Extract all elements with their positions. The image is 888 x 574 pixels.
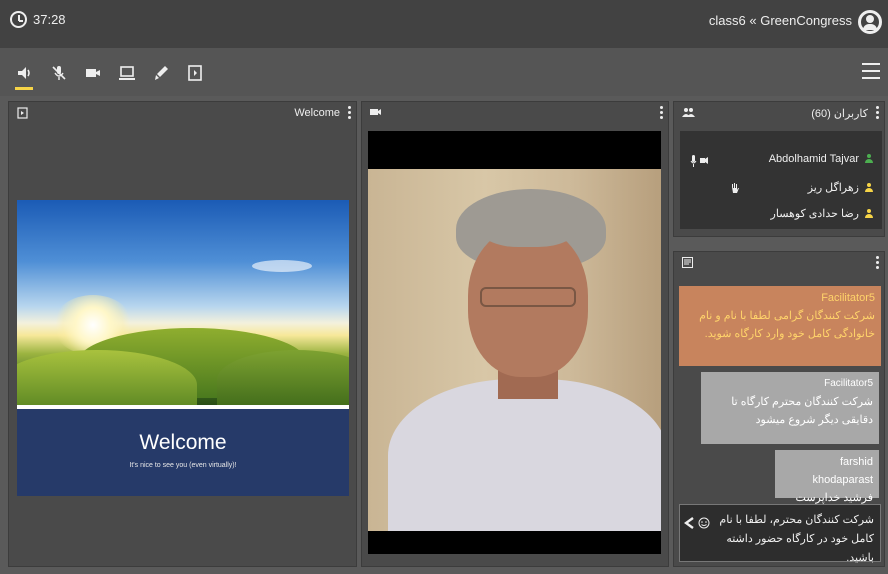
- mic-off-icon[interactable]: [48, 62, 70, 84]
- chat-message: Facilitator5 شرکت کنندگان محترم کارگاه ت…: [701, 372, 879, 444]
- presentation-icon: [17, 107, 28, 122]
- chat-input[interactable]: شرکت کنندگان محترم، لطفا با نام کامل خود…: [679, 504, 881, 564]
- chat-messages: Facilitator5 شرکت کنندگان گرامی لطفا با …: [679, 282, 881, 522]
- webcam-panel-header: [362, 102, 668, 124]
- emoji-icon[interactable]: [698, 517, 710, 529]
- users-count-label: کاربران (60): [811, 108, 868, 120]
- chat-message: Facilitator5 شرکت کنندگان گرامی لطفا با …: [679, 286, 881, 366]
- timer-text: 37:28: [33, 12, 66, 27]
- webcam-options-icon[interactable]: [660, 106, 664, 119]
- message-sender: Facilitator5: [821, 292, 875, 304]
- user-row[interactable]: زهراگل ریز: [808, 181, 874, 194]
- user-icon: [864, 154, 874, 164]
- volume-icon[interactable]: [14, 62, 36, 90]
- users-list: Abdolhamid Tajvar زهراگل ریز رضا حدادی ک…: [680, 131, 882, 229]
- mic-icon: [690, 155, 710, 170]
- webcam-video[interactable]: [368, 131, 661, 554]
- message-sender: farshid khodaparast: [812, 456, 873, 486]
- message-text: شرکت کنندگان محترم کارگاه تا دقایقی دیگر…: [731, 396, 873, 426]
- users-options-icon[interactable]: [876, 106, 880, 119]
- presentation-slide: Welcome It's nice to see you (even virtu…: [17, 200, 349, 496]
- camera-icon[interactable]: [82, 62, 104, 84]
- chat-message: farshid khodaparast فرشید خداپرست گازرون…: [775, 450, 879, 522]
- message-sender: Facilitator5: [824, 378, 873, 389]
- chat-panel-header: [674, 252, 884, 274]
- user-avatar-icon[interactable]: [858, 10, 882, 34]
- participant-video-feed: [368, 169, 661, 531]
- user-row[interactable]: Abdolhamid Tajvar: [769, 153, 874, 165]
- presentation-panel-header: Welcome: [9, 102, 356, 124]
- users-group-icon: [682, 107, 695, 120]
- chat-icon: [682, 257, 693, 271]
- slide-title: Welcome: [139, 431, 227, 454]
- hamburger-menu-icon[interactable]: [862, 63, 880, 79]
- user-name: Abdolhamid Tajvar: [768, 153, 859, 165]
- clock-icon: [10, 11, 27, 28]
- screen-share-icon[interactable]: [116, 62, 138, 84]
- user-icon: [864, 182, 874, 193]
- slide-subtitle: It's nice to see you (even virtually)!: [129, 462, 237, 469]
- user-icon: [864, 208, 874, 219]
- message-text: شرکت کنندگان گرامی لطفا با نام و نام خان…: [699, 310, 875, 340]
- send-arrow-icon[interactable]: [684, 517, 694, 529]
- whiteboard-pen-icon[interactable]: [150, 62, 172, 84]
- user-name: زهراگل ریز: [807, 182, 859, 194]
- user-name: رضا حدادی کوهسار: [770, 208, 859, 220]
- raised-hand-icon: [730, 181, 740, 199]
- session-timer: 37:28: [10, 11, 66, 28]
- top-bar: 37:28 class6 « GreenCongress: [0, 0, 888, 48]
- presentation-options-icon[interactable]: [348, 106, 352, 119]
- session-title: class6 « GreenCongress: [708, 13, 852, 28]
- users-panel-header: کاربران (60): [674, 102, 884, 124]
- user-row[interactable]: رضا حدادی کوهسار: [771, 207, 874, 220]
- toolbar: [0, 48, 888, 96]
- slide-landscape-image: [17, 200, 349, 405]
- presentation-title: Welcome: [294, 107, 340, 119]
- slide-caption-area: Welcome It's nice to see you (even virtu…: [17, 405, 349, 496]
- chat-options-icon[interactable]: [876, 256, 880, 269]
- chat-input-text: شرکت کنندگان محترم، لطفا با نام کامل خود…: [719, 514, 874, 564]
- presentation-icon[interactable]: [184, 62, 206, 84]
- camera-icon: [370, 107, 382, 120]
